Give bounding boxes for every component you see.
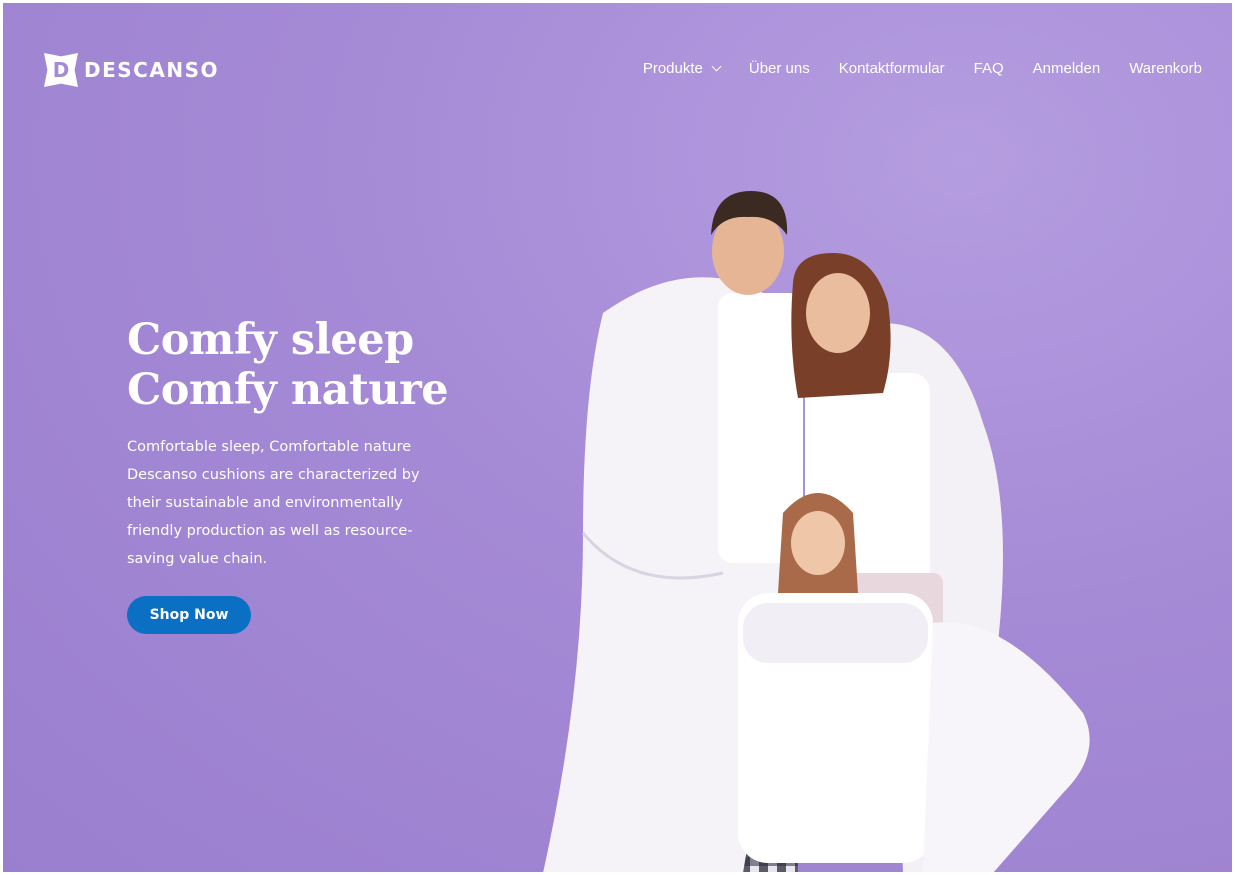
nav-item-anmelden[interactable]: Anmelden: [1033, 60, 1101, 77]
nav-item-ueber-uns[interactable]: Über uns: [749, 60, 810, 77]
nav-item-label: Produkte: [642, 60, 703, 77]
nav-item-warenkorb[interactable]: Warenkorb: [1129, 60, 1202, 77]
hero-title-line-2: Comfy nature: [127, 365, 449, 415]
chevron-down-icon: [711, 61, 722, 72]
nav-item-kontaktformular[interactable]: Kontaktformular: [839, 60, 945, 77]
hero-description: Comfortable sleep, Comfortable nature De…: [127, 439, 420, 567]
hero-title: Comfy sleep Comfy nature: [127, 315, 449, 415]
main-nav: Produkte Über uns Kontaktformular FAQ An…: [643, 60, 1202, 77]
shop-now-button[interactable]: Shop Now: [127, 596, 251, 634]
hero-title-line-1: Comfy sleep: [127, 315, 414, 365]
family-photo: [543, 191, 1090, 872]
logo-letter: D: [52, 58, 70, 82]
brand-logo[interactable]: D DESCANSO: [44, 53, 219, 87]
nav-item-produkte[interactable]: Produkte: [642, 60, 722, 77]
brand-name: DESCANSO: [84, 58, 219, 82]
logo-mark-icon: D: [44, 53, 78, 87]
nav-item-faq[interactable]: FAQ: [974, 60, 1004, 77]
hero-section: D DESCANSO Produkte Über uns Kontaktform…: [3, 3, 1232, 872]
